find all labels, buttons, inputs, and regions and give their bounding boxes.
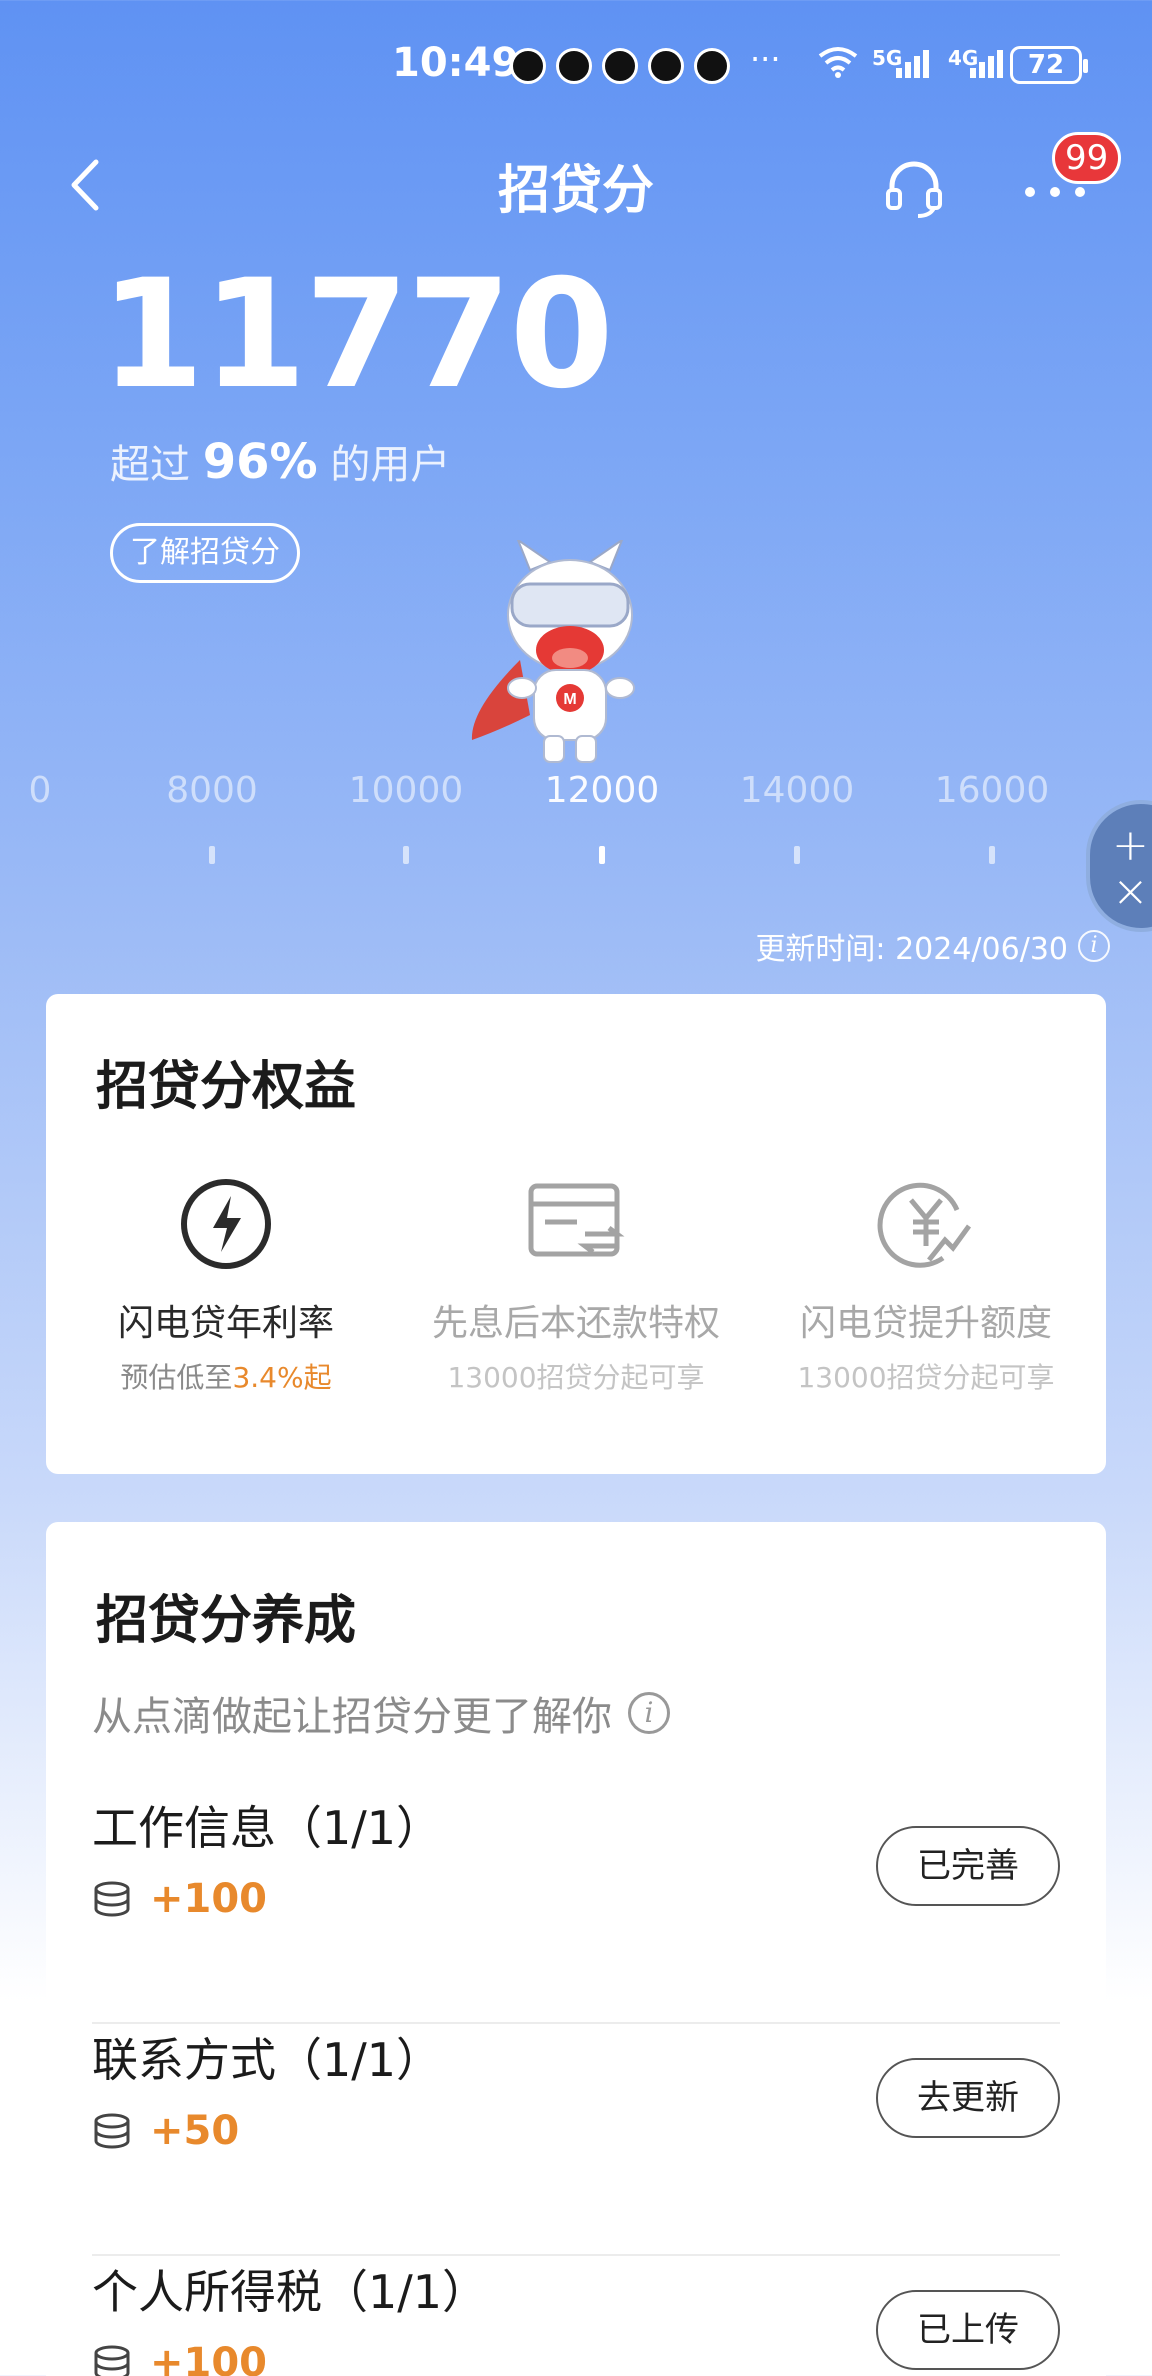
coin-stack-icon <box>94 2345 130 2376</box>
percentile-suffix: 的用户 <box>330 442 451 488</box>
scale-tick-label: 8000 <box>166 770 258 811</box>
scale-tick-mark <box>403 846 409 864</box>
task-row-work-info: 工作信息（1/1） +100 已完善 <box>92 1792 1060 2024</box>
task-action-button[interactable]: 已上传 <box>876 2290 1060 2370</box>
cultivate-title: 招贷分养成 <box>96 1591 357 1651</box>
task-name: 个人所得税（1/1） <box>92 2265 489 2319</box>
benefit-sub: 13000招贷分起可享 <box>447 1361 705 1394</box>
benefit-name: 闪电贷提升额度 <box>799 1303 1052 1344</box>
percentile-prefix: 超过 <box>110 442 190 488</box>
message-badge: 99 <box>1052 132 1122 184</box>
benefits-card: 招贷分权益 闪电贷年利率 预估低至3.4%起 先息后本还款特权 13000招贷分… <box>46 994 1106 1474</box>
scale-tick-mark <box>794 846 800 864</box>
coin-stack-icon <box>94 1881 130 1917</box>
svg-text:M: M <box>563 691 576 708</box>
status-more-icon: ··· <box>750 40 781 78</box>
task-name: 工作信息（1/1） <box>92 1801 443 1855</box>
app-notification-icon <box>694 48 730 84</box>
page-title: 招贷分 <box>497 161 654 221</box>
task-reward: +100 <box>92 1876 267 1922</box>
app-notification-icon <box>648 48 684 84</box>
yen-up-icon <box>871 1174 981 1274</box>
percentile-text: 超过 96% 的用户 <box>110 432 450 490</box>
learn-more-button[interactable]: 了解招贷分 <box>110 523 300 583</box>
customer-service-button[interactable] <box>882 156 946 220</box>
task-points: +100 <box>150 2340 268 2376</box>
task-points: +100 <box>150 1876 268 1922</box>
signal-icon <box>896 50 929 78</box>
benefit-sub-prefix: 预估低至 <box>120 1361 233 1394</box>
info-icon[interactable]: i <box>628 1692 670 1734</box>
app-notification-icon <box>510 48 546 84</box>
task-row-income-tax: 个人所得税（1/1） +100 已上传 <box>92 2256 1060 2376</box>
scale-tick-label: 10000 <box>348 770 464 811</box>
benefit-sub: 预估低至3.4%起 <box>56 1356 396 1396</box>
mascot-illustration: M <box>460 537 680 770</box>
update-time: 更新时间: 2024/06/30 i <box>755 924 1110 968</box>
task-reward: +100 <box>92 2340 267 2376</box>
task-reward: +50 <box>92 2108 239 2154</box>
scale-tick-mark <box>989 846 995 864</box>
cultivate-subtitle: 从点滴做起让招贷分更了解你 i <box>92 1684 670 1742</box>
task-action-button[interactable]: 已完善 <box>876 1826 1060 1906</box>
task-name: 联系方式（1/1） <box>92 2033 443 2087</box>
info-icon[interactable]: i <box>1078 930 1110 962</box>
coin-stack-icon <box>94 2113 130 2149</box>
benefits-title: 招贷分权益 <box>96 1057 357 1117</box>
task-points: +50 <box>150 2108 240 2154</box>
cultivate-card: 招贷分养成 从点滴做起让招贷分更了解你 i 工作信息（1/1） +100 已完善… <box>46 1522 1106 2376</box>
scale-tick-label: 16000 <box>934 770 1050 811</box>
benefit-item-limit[interactable]: 闪电贷提升额度 13000招贷分起可享 <box>756 1174 1096 1396</box>
scale-tick-mark-active <box>599 846 605 864</box>
close-icon: × <box>1112 866 1149 917</box>
lightning-icon <box>171 1174 281 1274</box>
scale-tick-label: 0 <box>28 770 52 811</box>
score-value: 11770 <box>100 248 614 422</box>
benefit-item-rate[interactable]: 闪电贷年利率 预估低至3.4%起 <box>56 1174 396 1396</box>
update-time-text: 更新时间: 2024/06/30 <box>755 932 1068 967</box>
signal-icon <box>970 50 1003 78</box>
status-time: 10:49 <box>392 40 520 86</box>
wifi-icon <box>818 46 858 87</box>
headset-icon <box>886 161 942 218</box>
task-row-contact: 联系方式（1/1） +50 去更新 <box>92 2024 1060 2256</box>
benefit-sub: 13000招贷分起可享 <box>797 1361 1055 1394</box>
notification-icons <box>510 48 730 84</box>
status-bar: 10:49 ··· 5G 4G 72 <box>0 0 1152 130</box>
app-notification-icon <box>556 48 592 84</box>
percentile-value: 96% <box>202 434 318 490</box>
card-transfer-icon <box>521 1174 631 1274</box>
cultivate-subtitle-text: 从点滴做起让招贷分更了解你 <box>92 1694 612 1740</box>
benefit-sub-highlight: 3.4%起 <box>232 1361 332 1394</box>
benefit-name: 先息后本还款特权 <box>431 1303 720 1344</box>
app-notification-icon <box>602 48 638 84</box>
task-action-button[interactable]: 去更新 <box>876 2058 1060 2138</box>
plus-icon: + <box>1112 820 1149 871</box>
benefit-name: 闪电贷年利率 <box>117 1303 334 1344</box>
battery-icon: 72 <box>1010 46 1088 84</box>
score-scale: 0 8000 10000 12000 14000 16000 <box>0 770 1152 880</box>
benefit-item-repayment[interactable]: 先息后本还款特权 13000招贷分起可享 <box>406 1174 746 1396</box>
scale-tick-label: 14000 <box>739 770 855 811</box>
scale-tick-mark <box>209 846 215 864</box>
scale-tick-label-active: 12000 <box>544 770 660 811</box>
